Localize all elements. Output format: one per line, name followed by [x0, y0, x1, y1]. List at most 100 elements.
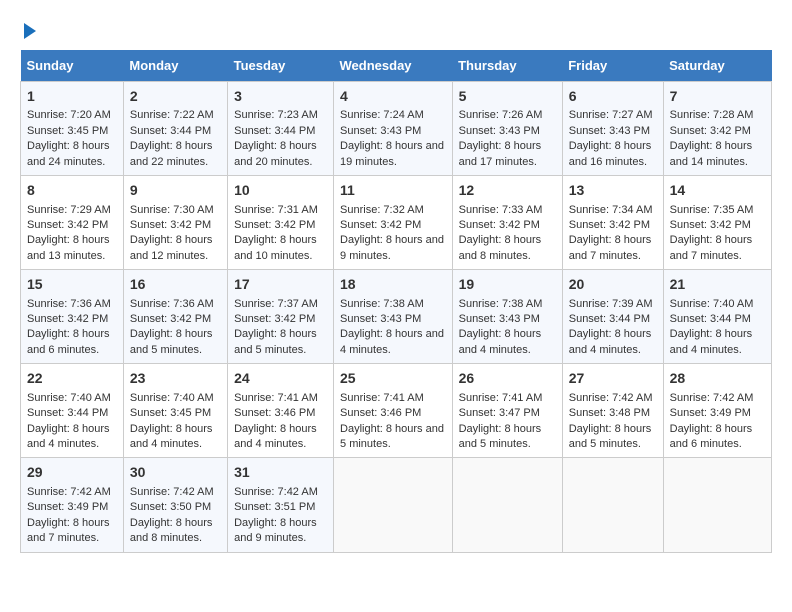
calendar-cell: 28Sunrise: 7:42 AM Sunset: 3:49 PM Dayli…	[663, 364, 771, 458]
calendar-cell	[562, 458, 663, 552]
day-number: 31	[234, 463, 327, 483]
day-number: 10	[234, 181, 327, 201]
cell-info: Sunrise: 7:36 AM Sunset: 3:42 PM Dayligh…	[130, 298, 214, 356]
header-thursday: Thursday	[452, 50, 562, 82]
calendar-week-row: 29 Sunrise: 7:42 AM Sunset: 3:49 PM Dayli…	[21, 458, 772, 552]
cell-info: Sunrise: 7:30 AM Sunset: 3:42 PM Dayligh…	[130, 204, 214, 262]
cell-info: Sunrise: 7:42 AM Sunset: 3:51 PM Dayligh…	[234, 486, 318, 544]
day-number: 22	[27, 369, 117, 389]
cell-info: Sunrise: 7:40 AM Sunset: 3:44 PM Dayligh…	[670, 298, 754, 356]
calendar-week-row: 22 Sunrise: 7:40 AM Sunset: 3:44 PM Dayli…	[21, 364, 772, 458]
header-sunday: Sunday	[21, 50, 124, 82]
calendar-cell: 16 Sunrise: 7:36 AM Sunset: 3:42 PM Dayli…	[123, 270, 227, 364]
calendar-cell: 19 Sunrise: 7:38 AM Sunset: 3:43 PM Dayli…	[452, 270, 562, 364]
day-number: 25	[340, 369, 446, 389]
day-number: 17	[234, 275, 327, 295]
calendar-cell	[452, 458, 562, 552]
calendar-cell: 20 Sunrise: 7:39 AM Sunset: 3:44 PM Dayli…	[562, 270, 663, 364]
calendar-cell: 14 Sunrise: 7:35 AM Sunset: 3:42 PM Dayli…	[663, 175, 771, 269]
calendar-cell: 22 Sunrise: 7:40 AM Sunset: 3:44 PM Dayli…	[21, 364, 124, 458]
cell-info: Sunrise: 7:38 AM Sunset: 3:43 PM Dayligh…	[340, 298, 444, 356]
header-monday: Monday	[123, 50, 227, 82]
calendar-cell: 26 Sunrise: 7:41 AM Sunset: 3:47 PM Dayli…	[452, 364, 562, 458]
cell-info: Sunrise: 7:34 AM Sunset: 3:42 PM Dayligh…	[569, 204, 653, 262]
day-number: 29	[27, 463, 117, 483]
cell-info: Sunrise: 7:20 AM Sunset: 3:45 PM Dayligh…	[27, 109, 111, 167]
cell-info: Sunrise: 7:41 AM Sunset: 3:47 PM Dayligh…	[459, 392, 543, 450]
day-number: 12	[459, 181, 556, 201]
cell-info: Sunrise: 7:36 AM Sunset: 3:42 PM Dayligh…	[27, 298, 111, 356]
day-number: 13	[569, 181, 657, 201]
header-saturday: Saturday	[663, 50, 771, 82]
day-number: 23	[130, 369, 221, 389]
calendar-cell: 6Sunrise: 7:27 AM Sunset: 3:43 PM Daylig…	[562, 81, 663, 175]
day-number: 14	[670, 181, 765, 201]
cell-info: Sunrise: 7:31 AM Sunset: 3:42 PM Dayligh…	[234, 204, 318, 262]
day-number: 30	[130, 463, 221, 483]
day-number: 8	[27, 181, 117, 201]
cell-info: Sunrise: 7:41 AM Sunset: 3:46 PM Dayligh…	[340, 392, 444, 450]
day-number: 2	[130, 87, 221, 107]
calendar-cell: 2Sunrise: 7:22 AM Sunset: 3:44 PM Daylig…	[123, 81, 227, 175]
cell-info: Sunrise: 7:42 AM Sunset: 3:49 PM Dayligh…	[27, 486, 111, 544]
day-number: 20	[569, 275, 657, 295]
header-friday: Friday	[562, 50, 663, 82]
header-tuesday: Tuesday	[228, 50, 334, 82]
calendar-cell: 27Sunrise: 7:42 AM Sunset: 3:48 PM Dayli…	[562, 364, 663, 458]
cell-info: Sunrise: 7:28 AM Sunset: 3:42 PM Dayligh…	[670, 109, 754, 167]
day-number: 3	[234, 87, 327, 107]
logo	[20, 20, 36, 40]
calendar-cell: 11 Sunrise: 7:32 AM Sunset: 3:42 PM Dayli…	[334, 175, 453, 269]
day-number: 5	[459, 87, 556, 107]
day-number: 16	[130, 275, 221, 295]
calendar-cell: 31 Sunrise: 7:42 AM Sunset: 3:51 PM Dayli…	[228, 458, 334, 552]
day-number: 4	[340, 87, 446, 107]
cell-info: Sunrise: 7:40 AM Sunset: 3:45 PM Dayligh…	[130, 392, 214, 450]
calendar-week-row: 8 Sunrise: 7:29 AM Sunset: 3:42 PM Daylig…	[21, 175, 772, 269]
day-number: 9	[130, 181, 221, 201]
logo-arrow-icon	[24, 23, 36, 39]
day-number: 18	[340, 275, 446, 295]
cell-info: Sunrise: 7:38 AM Sunset: 3:43 PM Dayligh…	[459, 298, 543, 356]
calendar-cell: 29 Sunrise: 7:42 AM Sunset: 3:49 PM Dayli…	[21, 458, 124, 552]
calendar-cell: 8 Sunrise: 7:29 AM Sunset: 3:42 PM Daylig…	[21, 175, 124, 269]
cell-info: Sunrise: 7:23 AM Sunset: 3:44 PM Dayligh…	[234, 109, 318, 167]
day-number: 26	[459, 369, 556, 389]
calendar-cell: 24Sunrise: 7:41 AM Sunset: 3:46 PM Dayli…	[228, 364, 334, 458]
calendar-cell: 3Sunrise: 7:23 AM Sunset: 3:44 PM Daylig…	[228, 81, 334, 175]
day-number: 15	[27, 275, 117, 295]
cell-info: Sunrise: 7:27 AM Sunset: 3:43 PM Dayligh…	[569, 109, 653, 167]
calendar-cell: 12 Sunrise: 7:33 AM Sunset: 3:42 PM Dayli…	[452, 175, 562, 269]
day-number: 19	[459, 275, 556, 295]
calendar-cell: 18 Sunrise: 7:38 AM Sunset: 3:43 PM Dayli…	[334, 270, 453, 364]
day-number: 28	[670, 369, 765, 389]
day-number: 1	[27, 87, 117, 107]
calendar-cell: 4Sunrise: 7:24 AM Sunset: 3:43 PM Daylig…	[334, 81, 453, 175]
calendar-cell: 13 Sunrise: 7:34 AM Sunset: 3:42 PM Dayli…	[562, 175, 663, 269]
calendar-cell: 9 Sunrise: 7:30 AM Sunset: 3:42 PM Daylig…	[123, 175, 227, 269]
calendar-week-row: 15 Sunrise: 7:36 AM Sunset: 3:42 PM Dayli…	[21, 270, 772, 364]
cell-info: Sunrise: 7:42 AM Sunset: 3:50 PM Dayligh…	[130, 486, 214, 544]
day-number: 11	[340, 181, 446, 201]
cell-info: Sunrise: 7:42 AM Sunset: 3:48 PM Dayligh…	[569, 392, 653, 450]
calendar-cell	[334, 458, 453, 552]
cell-info: Sunrise: 7:22 AM Sunset: 3:44 PM Dayligh…	[130, 109, 214, 167]
cell-info: Sunrise: 7:29 AM Sunset: 3:42 PM Dayligh…	[27, 204, 111, 262]
calendar-header-row: SundayMondayTuesdayWednesdayThursdayFrid…	[21, 50, 772, 82]
calendar-cell: 10 Sunrise: 7:31 AM Sunset: 3:42 PM Dayli…	[228, 175, 334, 269]
page-header	[20, 20, 772, 40]
cell-info: Sunrise: 7:32 AM Sunset: 3:42 PM Dayligh…	[340, 204, 444, 262]
calendar-week-row: 1Sunrise: 7:20 AM Sunset: 3:45 PM Daylig…	[21, 81, 772, 175]
calendar-cell: 25 Sunrise: 7:41 AM Sunset: 3:46 PM Dayli…	[334, 364, 453, 458]
cell-info: Sunrise: 7:40 AM Sunset: 3:44 PM Dayligh…	[27, 392, 111, 450]
cell-info: Sunrise: 7:39 AM Sunset: 3:44 PM Dayligh…	[569, 298, 653, 356]
calendar-cell: 1Sunrise: 7:20 AM Sunset: 3:45 PM Daylig…	[21, 81, 124, 175]
day-number: 7	[670, 87, 765, 107]
cell-info: Sunrise: 7:41 AM Sunset: 3:46 PM Dayligh…	[234, 392, 318, 450]
calendar-cell: 23 Sunrise: 7:40 AM Sunset: 3:45 PM Dayli…	[123, 364, 227, 458]
cell-info: Sunrise: 7:35 AM Sunset: 3:42 PM Dayligh…	[670, 204, 754, 262]
calendar-cell: 5Sunrise: 7:26 AM Sunset: 3:43 PM Daylig…	[452, 81, 562, 175]
header-wednesday: Wednesday	[334, 50, 453, 82]
cell-info: Sunrise: 7:33 AM Sunset: 3:42 PM Dayligh…	[459, 204, 543, 262]
calendar-cell	[663, 458, 771, 552]
